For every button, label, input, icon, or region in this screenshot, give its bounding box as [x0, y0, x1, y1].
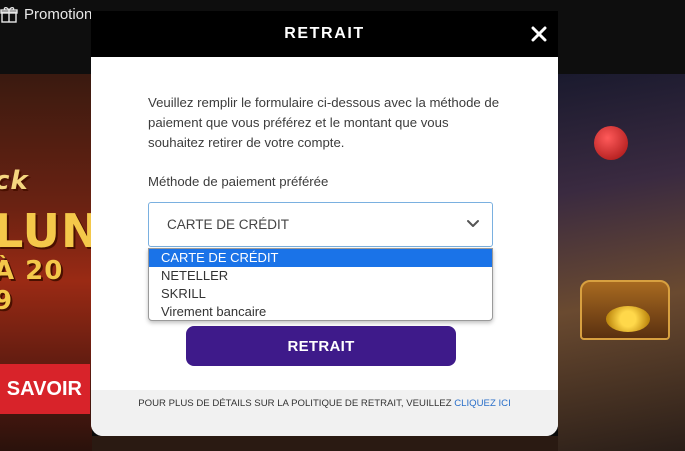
promo-text: LUN — [0, 204, 92, 258]
chevron-down-icon — [467, 220, 479, 227]
nav-item-label: Promotions — [24, 5, 100, 23]
promo-text: À 20 9 — [0, 256, 64, 316]
modal-header: RETRAIT — [91, 11, 558, 57]
payment-method-value: CARTE DE CRÉDIT — [167, 217, 290, 232]
intro-text: Veuillez remplir le formulaire ci-dessou… — [148, 95, 500, 150]
footer-text: POUR PLUS DE DÉTAILS SUR LA POLITIQUE DE… — [138, 398, 452, 409]
nav-item-promotions[interactable]: Promotions — [0, 3, 100, 25]
footer-link-click-here[interactable]: CLIQUEZ ICI — [454, 398, 511, 409]
promo-text: ck — [0, 166, 29, 196]
payment-method-select[interactable]: CARTE DE CRÉDIT — [148, 202, 493, 247]
promo-banner-right — [558, 74, 685, 451]
dropdown-option-skrill[interactable]: SKRILL — [149, 285, 492, 303]
dropdown-option-bank-transfer[interactable]: Virement bancaire — [149, 303, 492, 321]
payment-method-label: Méthode de paiement préférée — [148, 174, 329, 189]
close-button[interactable] — [526, 21, 552, 47]
payment-method-dropdown: CARTE DE CRÉDIT NETELLER SKRILL Virement… — [148, 248, 493, 321]
dropdown-option-credit-card[interactable]: CARTE DE CRÉDIT — [149, 249, 492, 267]
withdraw-button[interactable]: RETRAIT — [186, 326, 456, 366]
modal-footer: POUR PLUS DE DÉTAILS SUR LA POLITIQUE DE… — [91, 390, 558, 436]
modal-title: RETRAIT — [284, 25, 365, 42]
promo-banner-left: ck LUN À 20 9 SAVOIR — [0, 74, 92, 451]
dropdown-option-neteller[interactable]: NETELLER — [149, 267, 492, 285]
gift-icon — [0, 7, 18, 23]
modal-body: Veuillez remplir le formulaire ci-dessou… — [91, 57, 558, 436]
balloon-image — [594, 126, 628, 160]
promo-button[interactable]: SAVOIR — [0, 364, 90, 414]
page-backdrop — [92, 436, 558, 451]
close-icon — [531, 26, 547, 42]
coins-image — [606, 306, 650, 332]
